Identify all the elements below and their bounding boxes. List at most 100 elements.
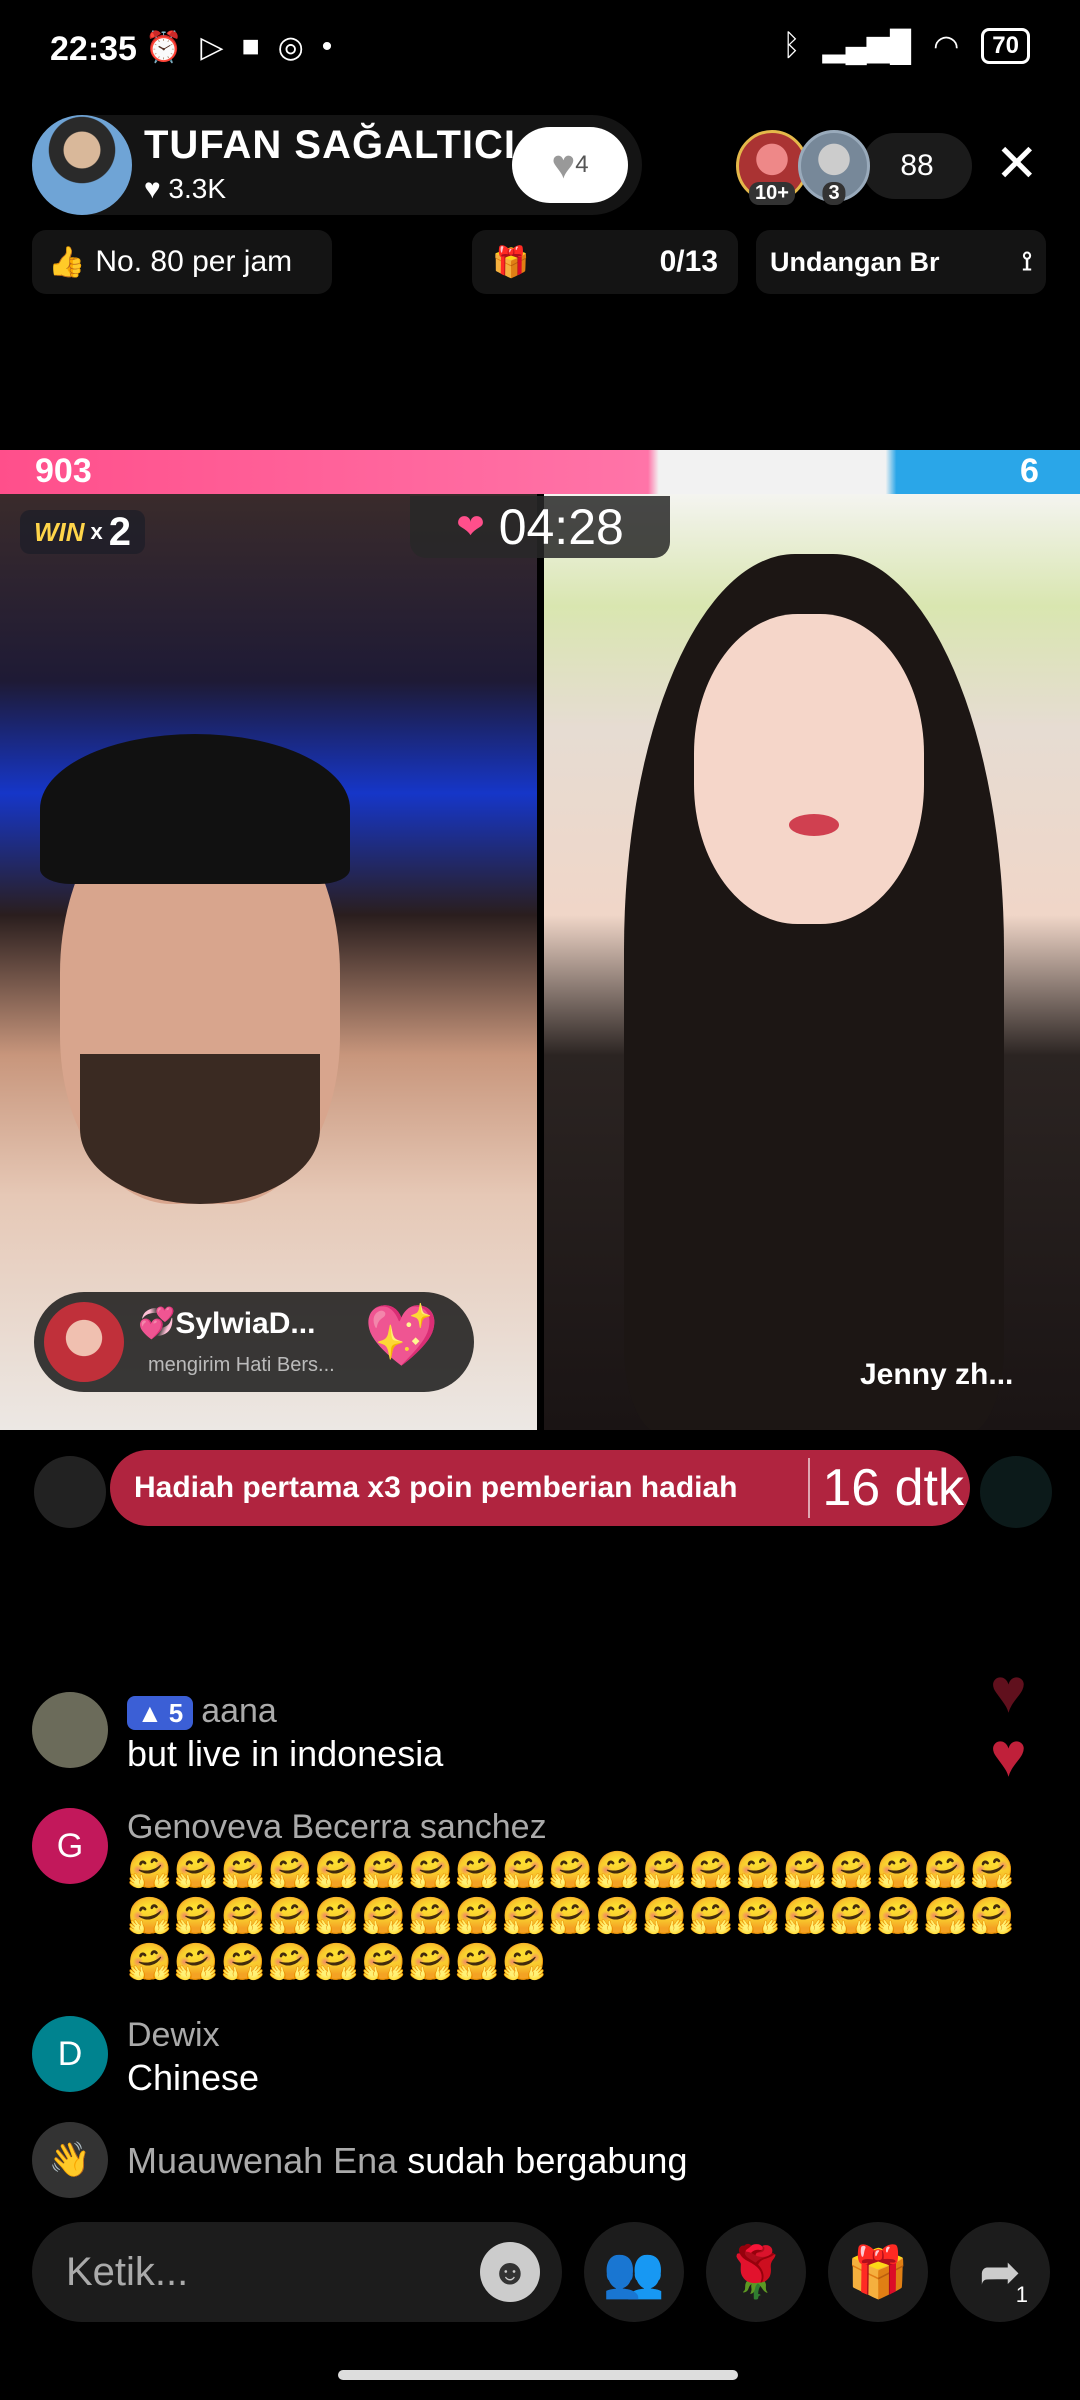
play-icon: ▷ [200,31,224,64]
comment-text: 🤗🤗🤗🤗🤗🤗🤗🤗🤗🤗🤗🤗🤗🤗🤗🤗🤗🤗🤗🤗🤗🤗🤗🤗🤗🤗🤗🤗🤗🤗🤗🤗🤗🤗🤗🤗🤗🤗🤗🤗… [127,1849,1017,1982]
joined-user[interactable]: Muauwenah Ena [127,2140,397,2181]
comment-author: aana [201,1692,277,1730]
comment-text: but live in indonesia [127,1733,444,1774]
viewers-group[interactable]: 10+ 3 88 [736,130,972,205]
win-streak-badge: WIN x 2 [20,509,146,554]
status-left-icons: ⏰ ▷ ■ ◎ • [145,30,332,65]
avatar-letter: G [56,1826,84,1865]
cap-image [40,734,350,884]
host-likes: ♥ 3.3K [144,173,227,204]
opponent-name[interactable]: Jenny zh... [860,1358,1013,1392]
host-avatar[interactable] [32,115,132,215]
gift-sender-avatar [44,1302,124,1382]
comment-author: Genoveva Becerra sanchez [127,1808,547,1846]
comment-input[interactable]: Ketik... ☻ [32,2222,562,2322]
video-camera-icon: ■ [241,30,260,63]
share-count: 1 [1015,2282,1028,2307]
battle-score-bar [0,450,1080,494]
level-icon: ▲ [137,1697,163,1728]
viewer-count[interactable]: 88 [862,133,972,199]
dot-icon: • [321,30,333,63]
avatar-letter: D [57,2034,83,2073]
promo-text: Hadiah pertama x3 poin pemberian hadiah [134,1471,738,1504]
users-icon: 👥 [602,2243,666,2300]
comment-avatar[interactable]: G [32,1808,108,1884]
gift-icon: 🎁 [846,2243,910,2300]
promo-right-icon [980,1456,1052,1528]
battle-gloves-icon: ❤ [456,508,485,546]
invite-avatar-icon: ⟟ [1021,246,1032,276]
status-right-icons: ᛒ ▂▄▆█ ◠ 70 [782,28,1030,64]
invite-pill[interactable]: Undangan Br ⟟ [756,230,1046,294]
opponent-lips-image [789,814,839,836]
comment-text: Chinese [127,2057,260,2098]
home-indicator[interactable] [338,2370,738,2380]
co-host-button[interactable]: 👥 [584,2222,684,2322]
goal-progress: 0/13 [659,245,718,278]
status-time: 22:35 [50,30,137,68]
gift-sender-name: 💞SylwiaD... [138,1307,316,1340]
score-right: 6 [1020,452,1039,490]
share-button[interactable]: ➦ 1 [950,2222,1050,2322]
heart-gift-icon: 💖 [364,1302,439,1369]
comment-item[interactable]: ▲ 5 aana but live in indonesia [32,1692,1032,1774]
follow-count: 4 [575,151,589,178]
gift-message: mengirim Hati Bers... [148,1354,335,1376]
hourly-rank-pill[interactable]: 👍 No. 80 per jam [32,230,332,294]
host-video[interactable] [0,494,537,1430]
emoji-icon[interactable]: ☻ [480,2242,540,2302]
viewer-badge: 3 [822,182,846,205]
gift-button[interactable]: 🎁 [828,2222,928,2322]
score-left: 903 [35,452,92,490]
beard-image [80,1054,320,1204]
host-card[interactable]: TUFAN SAĞALTICI ♥ 3.3K ♥ 4 [32,115,642,215]
rose-gift-button[interactable]: 🌹 [706,2222,806,2322]
comment-avatar[interactable] [32,1692,108,1768]
close-icon[interactable]: ✕ [995,138,1039,190]
heart-icon: ♥ [551,142,576,187]
opponent-face-image [694,614,924,924]
comment-author-line: ▲ 5 aana [127,1692,1067,1731]
promo-countdown: 16 dtk [808,1458,964,1518]
joined-text: sudah bergabung [407,2140,688,2181]
signal-icon: ▂▄▆█ [822,29,912,63]
viewer-badge: 10+ [749,182,795,205]
gift-box-icon: 🎁 [492,245,530,279]
join-notice: 👋 Muauwenah Ena sudah bergabung [32,2122,1032,2198]
battery-indicator: 70 [981,28,1030,64]
level-number: 5 [168,1697,184,1728]
status-bar: 22:35 ⏰ ▷ ■ ◎ • ᛒ ▂▄▆█ ◠ 70 [0,0,1080,90]
input-placeholder: Ketik... [66,2250,189,2294]
promo-left-avatar [34,1456,106,1528]
win-x: x [90,519,103,544]
wifi-icon: ◠ [933,29,960,63]
recording-icon: ◎ [277,31,304,64]
wave-hand-icon: 👋 [32,2122,108,2198]
comment-item[interactable]: D Dewix Chinese [32,2016,1032,2106]
host-name: TUFAN SAĞALTICI [144,123,517,167]
invite-label: Undangan Br [770,246,940,277]
win-label: WIN [34,516,85,547]
level-badge: ▲ 5 [127,1696,194,1731]
heart-icon: ♥ [990,1721,1027,1790]
alarm-icon: ⏰ [145,31,183,64]
comment-author: Dewix [127,2016,220,2054]
win-count: 2 [108,509,132,554]
rank-label: No. 80 per jam [95,245,293,278]
battle-timer: ❤ 04:28 [410,496,670,558]
gift-goal-pill[interactable]: 🎁 0/13 [472,230,738,294]
fire-icon: 👍 [48,245,86,279]
share-arrow-icon: ➦ [979,2244,1021,2300]
rose-icon: 🌹 [724,2243,788,2300]
top-viewer-avatar[interactable]: 3 [798,130,870,205]
bluetooth-icon: ᛒ [782,29,801,62]
timer-text: 04:28 [498,499,624,555]
heart-icon: ♥ [990,1657,1027,1726]
floating-hearts: ♥ ♥ [990,1660,1027,1788]
comment-item[interactable]: G Genoveva Becerra sanchez 🤗🤗🤗🤗🤗🤗🤗🤗🤗🤗🤗🤗🤗… [32,1808,1032,1998]
opponent-video[interactable] [544,494,1080,1430]
follow-button[interactable]: ♥ 4 [512,127,628,203]
comment-avatar[interactable]: D [32,2016,108,2092]
gift-notification[interactable]: 💞SylwiaD... mengirim Hati Bers... 💖 [34,1292,474,1392]
promo-banner[interactable]: Hadiah pertama x3 poin pemberian hadiah … [110,1450,970,1526]
